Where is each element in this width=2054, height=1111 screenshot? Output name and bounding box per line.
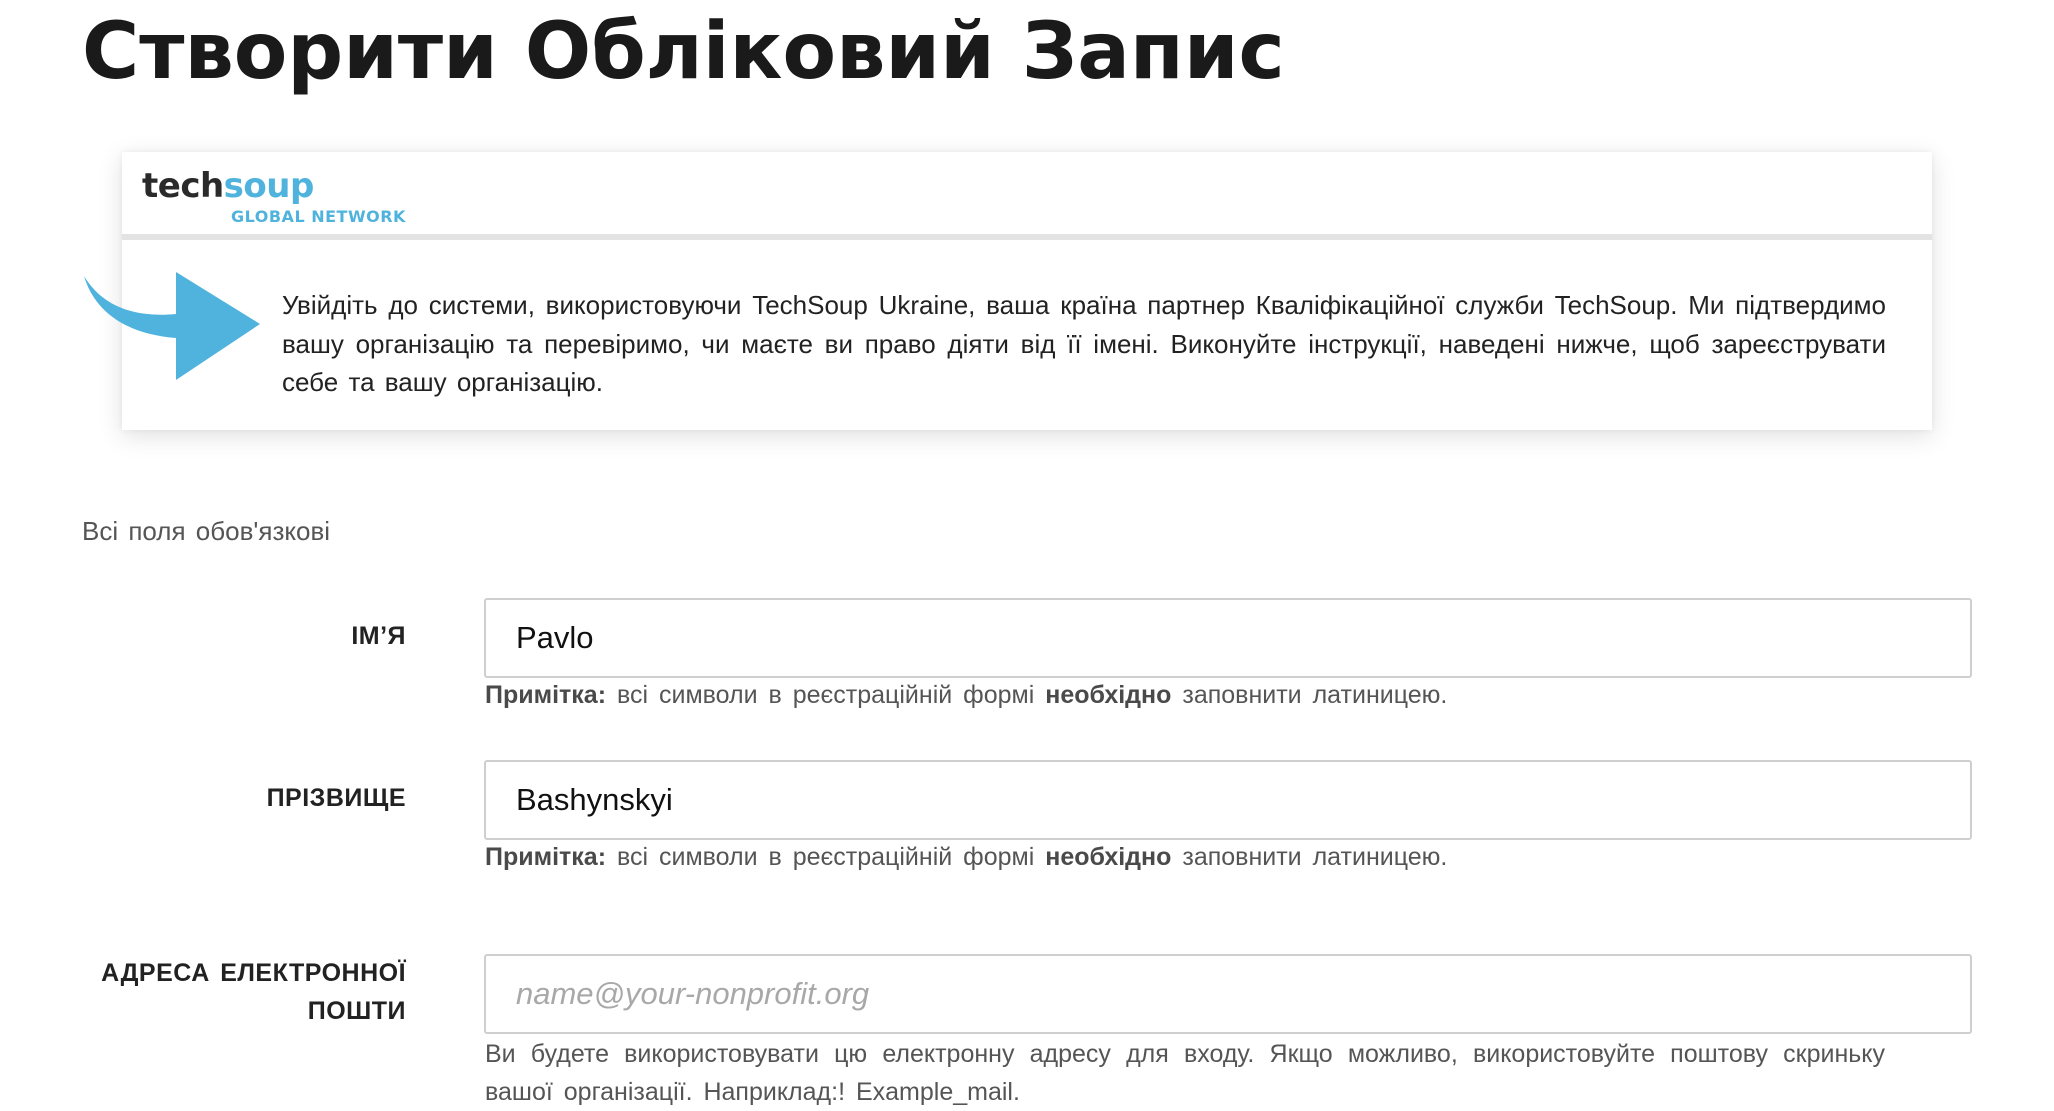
hint-bold-required: необхідно <box>1045 843 1172 871</box>
hint-text-end: заповнити латиницею. <box>1171 843 1448 871</box>
techsoup-logo: techsoup GLOBAL NETWORK <box>142 166 405 232</box>
hint-bold-required: необхідно <box>1045 681 1172 709</box>
logo-word-tech: tech <box>142 166 224 206</box>
email-input[interactable] <box>484 954 1972 1034</box>
intro-text: Увійдіть до системи, використовуючи Tech… <box>282 290 1886 397</box>
partner-header: techsoup GLOBAL NETWORK <box>122 152 1932 240</box>
hint-bold-note: Примітка: <box>485 843 607 871</box>
required-fields-note: Всі поля обов'язкові <box>82 516 331 546</box>
last-name-label: ПРІЗВИЩЕ <box>266 784 406 812</box>
hint-text: всі символи в реєстраційній формі <box>606 843 1046 871</box>
logo-word-soup: soup <box>223 166 315 206</box>
email-label-line1: АДРЕСА ЕЛЕКТРОННОЇ <box>101 959 406 987</box>
hint-bold-note: Примітка: <box>485 681 607 709</box>
hint-text-end: заповнити латиницею. <box>1171 681 1448 709</box>
last-name-input[interactable] <box>484 760 1972 840</box>
email-hint: Ви будете використовувати цю електронну … <box>485 1040 1885 1106</box>
page-title: Створити Обліковий Запис <box>82 7 1285 97</box>
arrow-right-icon <box>84 272 260 380</box>
hint-text: всі символи в реєстраційній формі <box>606 681 1046 709</box>
last-name-hint: Примітка: всі символи в реєстраційній фо… <box>485 838 1447 876</box>
logo-wordmark: techsoup <box>142 166 314 206</box>
first-name-input[interactable] <box>484 598 1972 678</box>
logo-subtitle: GLOBAL NETWORK <box>231 207 406 226</box>
email-label: АДРЕСА ЕЛЕКТРОННОЇ ПОШТИ <box>101 954 406 1030</box>
first-name-label: ІМ’Я <box>351 622 406 650</box>
first-name-hint: Примітка: всі символи в реєстраційній фо… <box>485 676 1447 714</box>
email-label-line2: ПОШТИ <box>307 997 406 1025</box>
